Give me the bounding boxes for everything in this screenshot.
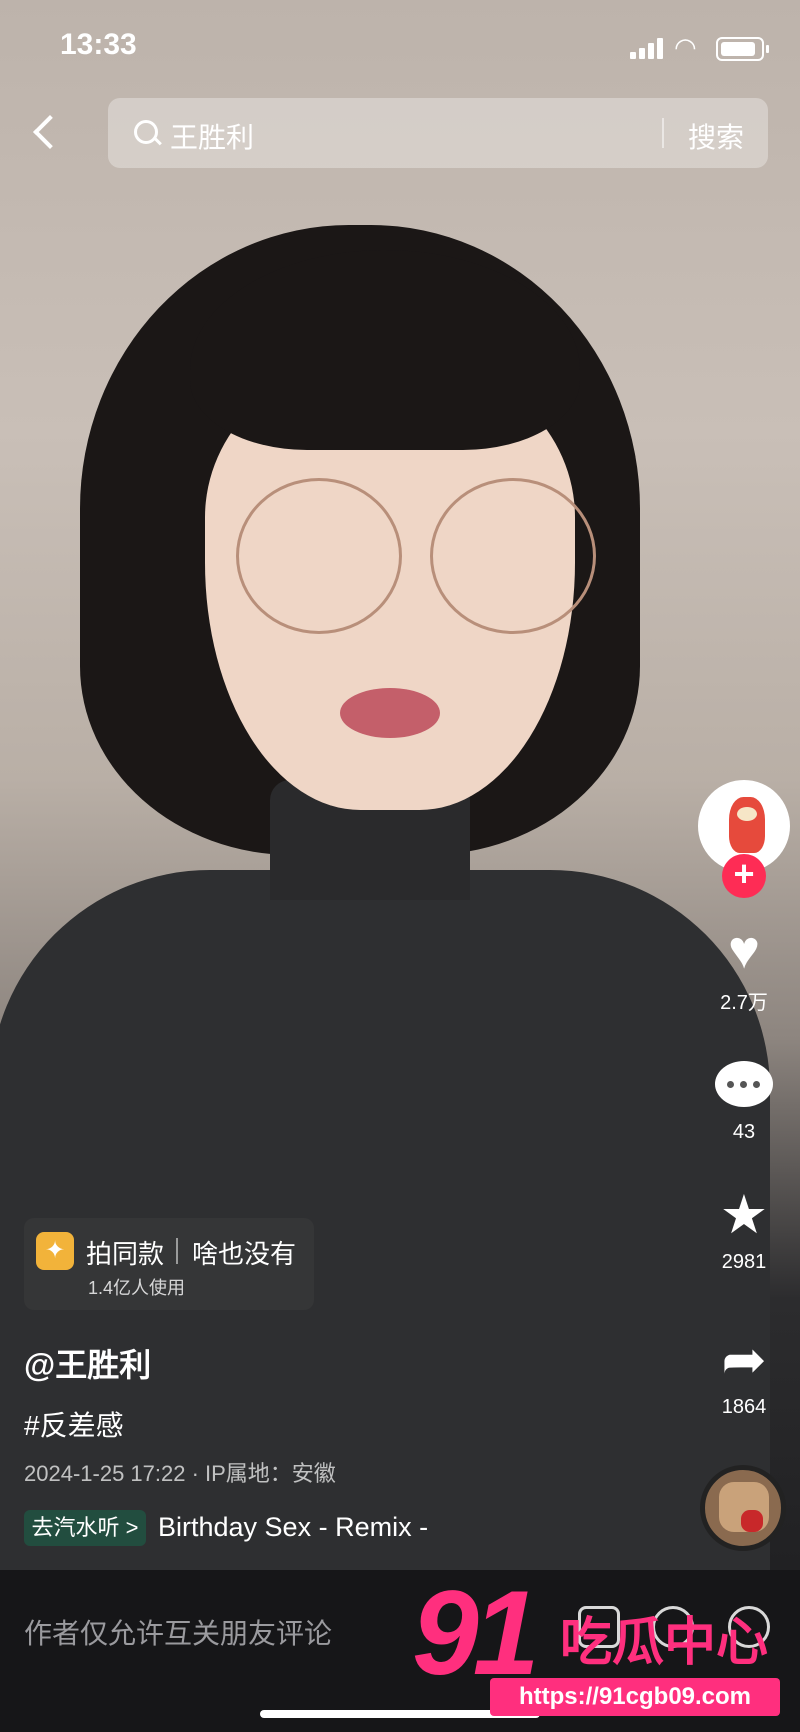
author-avatar[interactable]: + xyxy=(698,780,790,898)
back-icon[interactable] xyxy=(26,112,66,156)
like-button[interactable]: ♥ 2.7万 xyxy=(690,920,798,1015)
comment-button[interactable]: 43 xyxy=(690,1055,798,1144)
share-count: 1864 xyxy=(721,1396,767,1418)
cellular-signal-icon xyxy=(630,37,666,59)
status-bar: 13:33 ◠ xyxy=(0,0,800,90)
template-title: 啥也没有 xyxy=(192,1239,297,1269)
watermark: 91 吃瓜中心 https://91cgb09.com xyxy=(412,1566,792,1720)
star-icon[interactable]: ★ xyxy=(690,1185,798,1245)
search-bar[interactable]: 王胜利 搜索 xyxy=(108,98,768,168)
comment-count: 43 xyxy=(732,1121,756,1143)
template-pill[interactable]: ✦ 拍同款 啥也没有 1.4亿人使用 xyxy=(24,1218,314,1310)
search-button[interactable]: 搜索 xyxy=(688,116,744,156)
watermark-url: https://91cgb09.com xyxy=(490,1678,780,1716)
post-meta: 2024-1-25 17:22 · IP属地：安徽 xyxy=(24,1461,336,1486)
favorite-button[interactable]: ★ 2981 xyxy=(690,1185,798,1274)
author-name[interactable]: @王胜利 xyxy=(24,1340,151,1386)
music-disc-icon[interactable] xyxy=(700,1465,786,1551)
share-arrow-icon[interactable]: ➦ xyxy=(690,1330,798,1390)
sparkle-icon: ✦ xyxy=(36,1232,74,1270)
hashtag-link[interactable]: #反差感 xyxy=(24,1404,124,1444)
search-icon xyxy=(134,120,158,144)
wifi-icon: ◠ xyxy=(674,32,697,62)
music-title[interactable]: Birthday Sex - Remix - xyxy=(158,1512,428,1543)
video-glasses-right xyxy=(430,478,596,634)
template-label: 拍同款 xyxy=(86,1239,165,1269)
like-count: 2.7万 xyxy=(720,992,768,1014)
video-mouth-shape xyxy=(340,688,440,738)
search-divider xyxy=(662,118,664,148)
status-time: 13:33 xyxy=(60,28,137,61)
follow-plus-icon[interactable]: + xyxy=(722,854,766,898)
favorite-count: 2981 xyxy=(721,1251,767,1273)
template-divider xyxy=(176,1238,178,1264)
watermark-name: 吃瓜中心 xyxy=(560,1614,769,1672)
battery-icon xyxy=(716,37,769,61)
share-button[interactable]: ➦ 1864 xyxy=(690,1330,798,1419)
video-screen[interactable]: 13:33 ◠ 王胜利 搜索 + ♥ 2.7万 43 ★ 2981 ➦ 1864… xyxy=(0,0,800,1732)
video-glasses-left xyxy=(236,478,402,634)
template-usage: 1.4亿人使用 xyxy=(88,1278,186,1298)
music-app-tag[interactable]: 去汽水听 > xyxy=(24,1510,146,1546)
comment-restriction-text: 作者仅允许互关朋友评论 xyxy=(24,1618,333,1649)
heart-icon[interactable]: ♥ xyxy=(690,920,798,980)
comment-bubble-icon[interactable] xyxy=(690,1055,798,1115)
search-input[interactable]: 王胜利 xyxy=(170,116,254,156)
